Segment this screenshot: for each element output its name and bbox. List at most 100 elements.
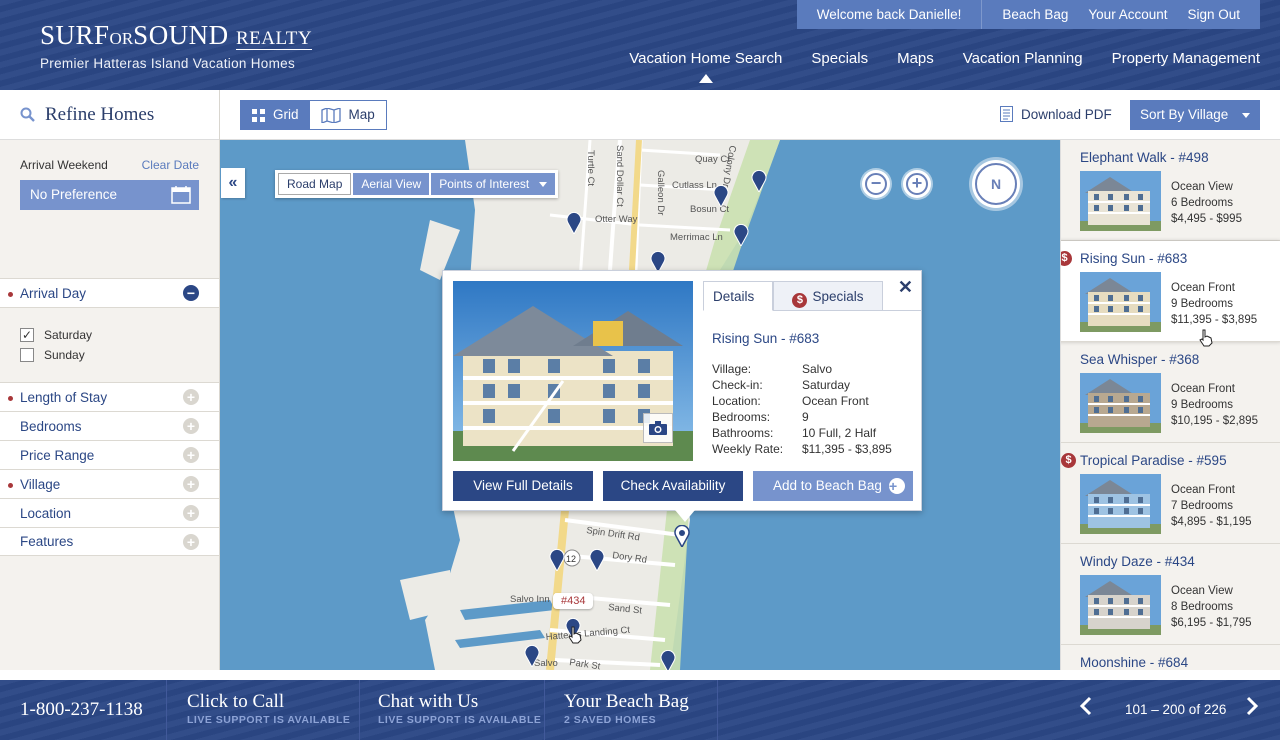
facet-bedrooms[interactable]: Bedrooms + bbox=[0, 411, 219, 440]
sort-by-dropdown[interactable]: Sort By Village bbox=[1130, 100, 1260, 130]
zoom-in-button[interactable]: + bbox=[903, 170, 931, 198]
listing-photo[interactable] bbox=[1080, 575, 1161, 635]
map-pin[interactable] bbox=[713, 185, 729, 207]
phone-number[interactable]: 1-800-237-1138 bbox=[20, 699, 143, 721]
listing-card[interactable]: $ Tropical Paradise - #595 Ocean Front 7 Be… bbox=[1061, 443, 1280, 544]
grid-view-button[interactable]: Grid bbox=[241, 101, 310, 129]
prev-page-arrow-icon[interactable] bbox=[1078, 696, 1094, 722]
view-full-details-button[interactable]: View Full Details bbox=[453, 471, 593, 501]
points-of-interest-dropdown[interactable]: Points of Interest bbox=[431, 173, 556, 195]
listing-card[interactable]: Windy Daze - #434 Ocean View 8 Bedrooms $6,… bbox=[1061, 544, 1280, 645]
expand-plus-icon[interactable]: + bbox=[183, 534, 199, 550]
map-icon bbox=[320, 107, 341, 123]
expand-plus-icon[interactable]: + bbox=[183, 418, 199, 434]
special-dollar-icon: $ bbox=[1061, 251, 1072, 266]
listing-rate: $10,195 - $2,895 bbox=[1171, 415, 1258, 427]
listing-photo[interactable] bbox=[1080, 373, 1161, 433]
fact-label: Check-in: bbox=[712, 378, 763, 392]
arrival-date-field[interactable]: No Preference bbox=[20, 180, 199, 210]
download-pdf-link[interactable]: Download PDF bbox=[1000, 106, 1112, 122]
listing-title[interactable]: Moonshine - #684 bbox=[1080, 655, 1188, 670]
nav-specials[interactable]: Specials bbox=[811, 50, 868, 67]
road-map-button[interactable]: Road Map bbox=[278, 173, 352, 195]
sort-by-value: Sort By Village bbox=[1140, 107, 1229, 122]
collapse-minus-icon[interactable]: − bbox=[183, 285, 199, 301]
option-saturday[interactable]: ✓ Saturday bbox=[20, 328, 199, 342]
listing-photo[interactable] bbox=[1080, 474, 1161, 534]
expand-plus-icon[interactable]: + bbox=[183, 476, 199, 492]
sign-out-link[interactable]: Sign Out bbox=[1177, 0, 1260, 29]
listing-rate: $4,495 - $995 bbox=[1171, 213, 1242, 225]
next-page-arrow-icon[interactable] bbox=[1244, 696, 1260, 722]
download-pdf-label: Download PDF bbox=[1021, 106, 1112, 122]
your-account-link[interactable]: Your Account bbox=[1078, 0, 1178, 29]
nav-vacation-home-search[interactable]: Vacation Home Search bbox=[629, 50, 782, 83]
beach-bag-block[interactable]: Your Beach Bag 2 SAVED HOMES bbox=[545, 680, 718, 740]
clear-date-link[interactable]: Clear Date bbox=[142, 158, 199, 172]
main-nav: Vacation Home Search Specials Maps Vacat… bbox=[600, 50, 1260, 83]
listing-title[interactable]: Windy Daze - #434 bbox=[1080, 554, 1195, 569]
facet-features[interactable]: Features + bbox=[0, 527, 219, 556]
map-pin[interactable] bbox=[674, 525, 690, 547]
listing-title[interactable]: Sea Whisper - #368 bbox=[1080, 352, 1199, 367]
option-sunday[interactable]: Sunday bbox=[20, 348, 199, 362]
chat-block[interactable]: Chat with Us LIVE SUPPORT IS AVAILABLE bbox=[360, 680, 545, 740]
checkbox-saturday[interactable]: ✓ bbox=[20, 328, 34, 342]
refine-title: Refine Homes bbox=[45, 103, 155, 125]
listing-location: Ocean Front bbox=[1171, 383, 1235, 395]
nav-property-management[interactable]: Property Management bbox=[1112, 50, 1260, 67]
map-pin[interactable] bbox=[751, 170, 767, 192]
listing-title[interactable]: Rising Sun - #683 bbox=[1080, 251, 1187, 266]
beach-bag-link[interactable]: Beach Bag bbox=[982, 0, 1079, 29]
facet-location[interactable]: Location + bbox=[0, 498, 219, 527]
facet-price-range[interactable]: Price Range + bbox=[0, 440, 219, 469]
expand-plus-icon[interactable]: + bbox=[183, 505, 199, 521]
expand-plus-icon[interactable]: + bbox=[183, 447, 199, 463]
facet-length-of-stay[interactable]: Length of Stay + bbox=[0, 382, 219, 411]
nav-maps[interactable]: Maps bbox=[897, 50, 934, 67]
listing-photo[interactable] bbox=[1080, 272, 1161, 332]
map-pin[interactable] bbox=[566, 212, 582, 234]
popup-tabs: Details $ Specials bbox=[703, 281, 922, 311]
tab-details[interactable]: Details bbox=[703, 281, 773, 311]
listing-photo[interactable] bbox=[1080, 171, 1161, 231]
click-to-call-title: Click to Call bbox=[187, 691, 285, 712]
map-view-button[interactable]: Map bbox=[309, 101, 386, 129]
click-to-call-block[interactable]: Click to Call LIVE SUPPORT IS AVAILABLE bbox=[167, 680, 360, 740]
minus-icon: − bbox=[865, 173, 887, 195]
popup-title[interactable]: Rising Sun - #683 bbox=[712, 331, 819, 346]
map-pin[interactable] bbox=[549, 549, 565, 571]
listing-card[interactable]: Sea Whisper - #368 Ocean Front 9 Bedrooms $… bbox=[1061, 342, 1280, 443]
view-toggle: Grid Map bbox=[240, 100, 387, 130]
checkbox-sunday[interactable] bbox=[20, 348, 34, 362]
check-availability-button[interactable]: Check Availability bbox=[603, 471, 743, 501]
calendar-icon[interactable] bbox=[171, 186, 191, 204]
phone-block[interactable]: 1-800-237-1138 bbox=[0, 680, 167, 740]
map-pin[interactable] bbox=[733, 224, 749, 246]
fact-value: Ocean Front bbox=[802, 394, 869, 408]
expand-plus-icon[interactable]: + bbox=[183, 389, 199, 405]
logo[interactable]: SURFORSOUND REALTY Premier Hatteras Isla… bbox=[40, 20, 313, 71]
map-pin[interactable] bbox=[660, 650, 676, 670]
listing-card[interactable]: Elephant Walk - #498 Ocean View 6 Bedrooms… bbox=[1061, 140, 1280, 241]
camera-icon[interactable] bbox=[643, 413, 673, 443]
listing-card[interactable]: Moonshine - #684 bbox=[1061, 645, 1280, 670]
aerial-view-button[interactable]: Aerial View bbox=[353, 173, 430, 195]
listing-card[interactable]: $ Rising Sun - #683 Ocean Front 9 Bedrooms $… bbox=[1061, 241, 1280, 347]
add-to-beach-bag-button[interactable]: Add to Beach Bag + bbox=[753, 471, 913, 501]
listing-title[interactable]: Tropical Paradise - #595 bbox=[1080, 453, 1227, 468]
nav-vacation-planning[interactable]: Vacation Planning bbox=[963, 50, 1083, 67]
listing-title[interactable]: Elephant Walk - #498 bbox=[1080, 150, 1209, 165]
listing-location: Ocean View bbox=[1171, 585, 1233, 597]
compass-control[interactable]: N bbox=[972, 160, 1020, 208]
collapse-sidebar-button[interactable]: « bbox=[221, 168, 245, 198]
hand-cursor-icon bbox=[568, 626, 582, 644]
map-pin[interactable] bbox=[524, 645, 540, 667]
zoom-out-button[interactable]: − bbox=[862, 170, 890, 198]
facet-village[interactable]: Village + bbox=[0, 469, 219, 498]
close-icon[interactable]: ✕ bbox=[898, 277, 913, 298]
map-pin[interactable] bbox=[589, 549, 605, 571]
tab-specials[interactable]: $ Specials bbox=[773, 281, 883, 311]
facet-arrival-day[interactable]: Arrival Day − bbox=[0, 278, 219, 307]
listing-bedrooms: 7 Bedrooms bbox=[1171, 500, 1234, 512]
